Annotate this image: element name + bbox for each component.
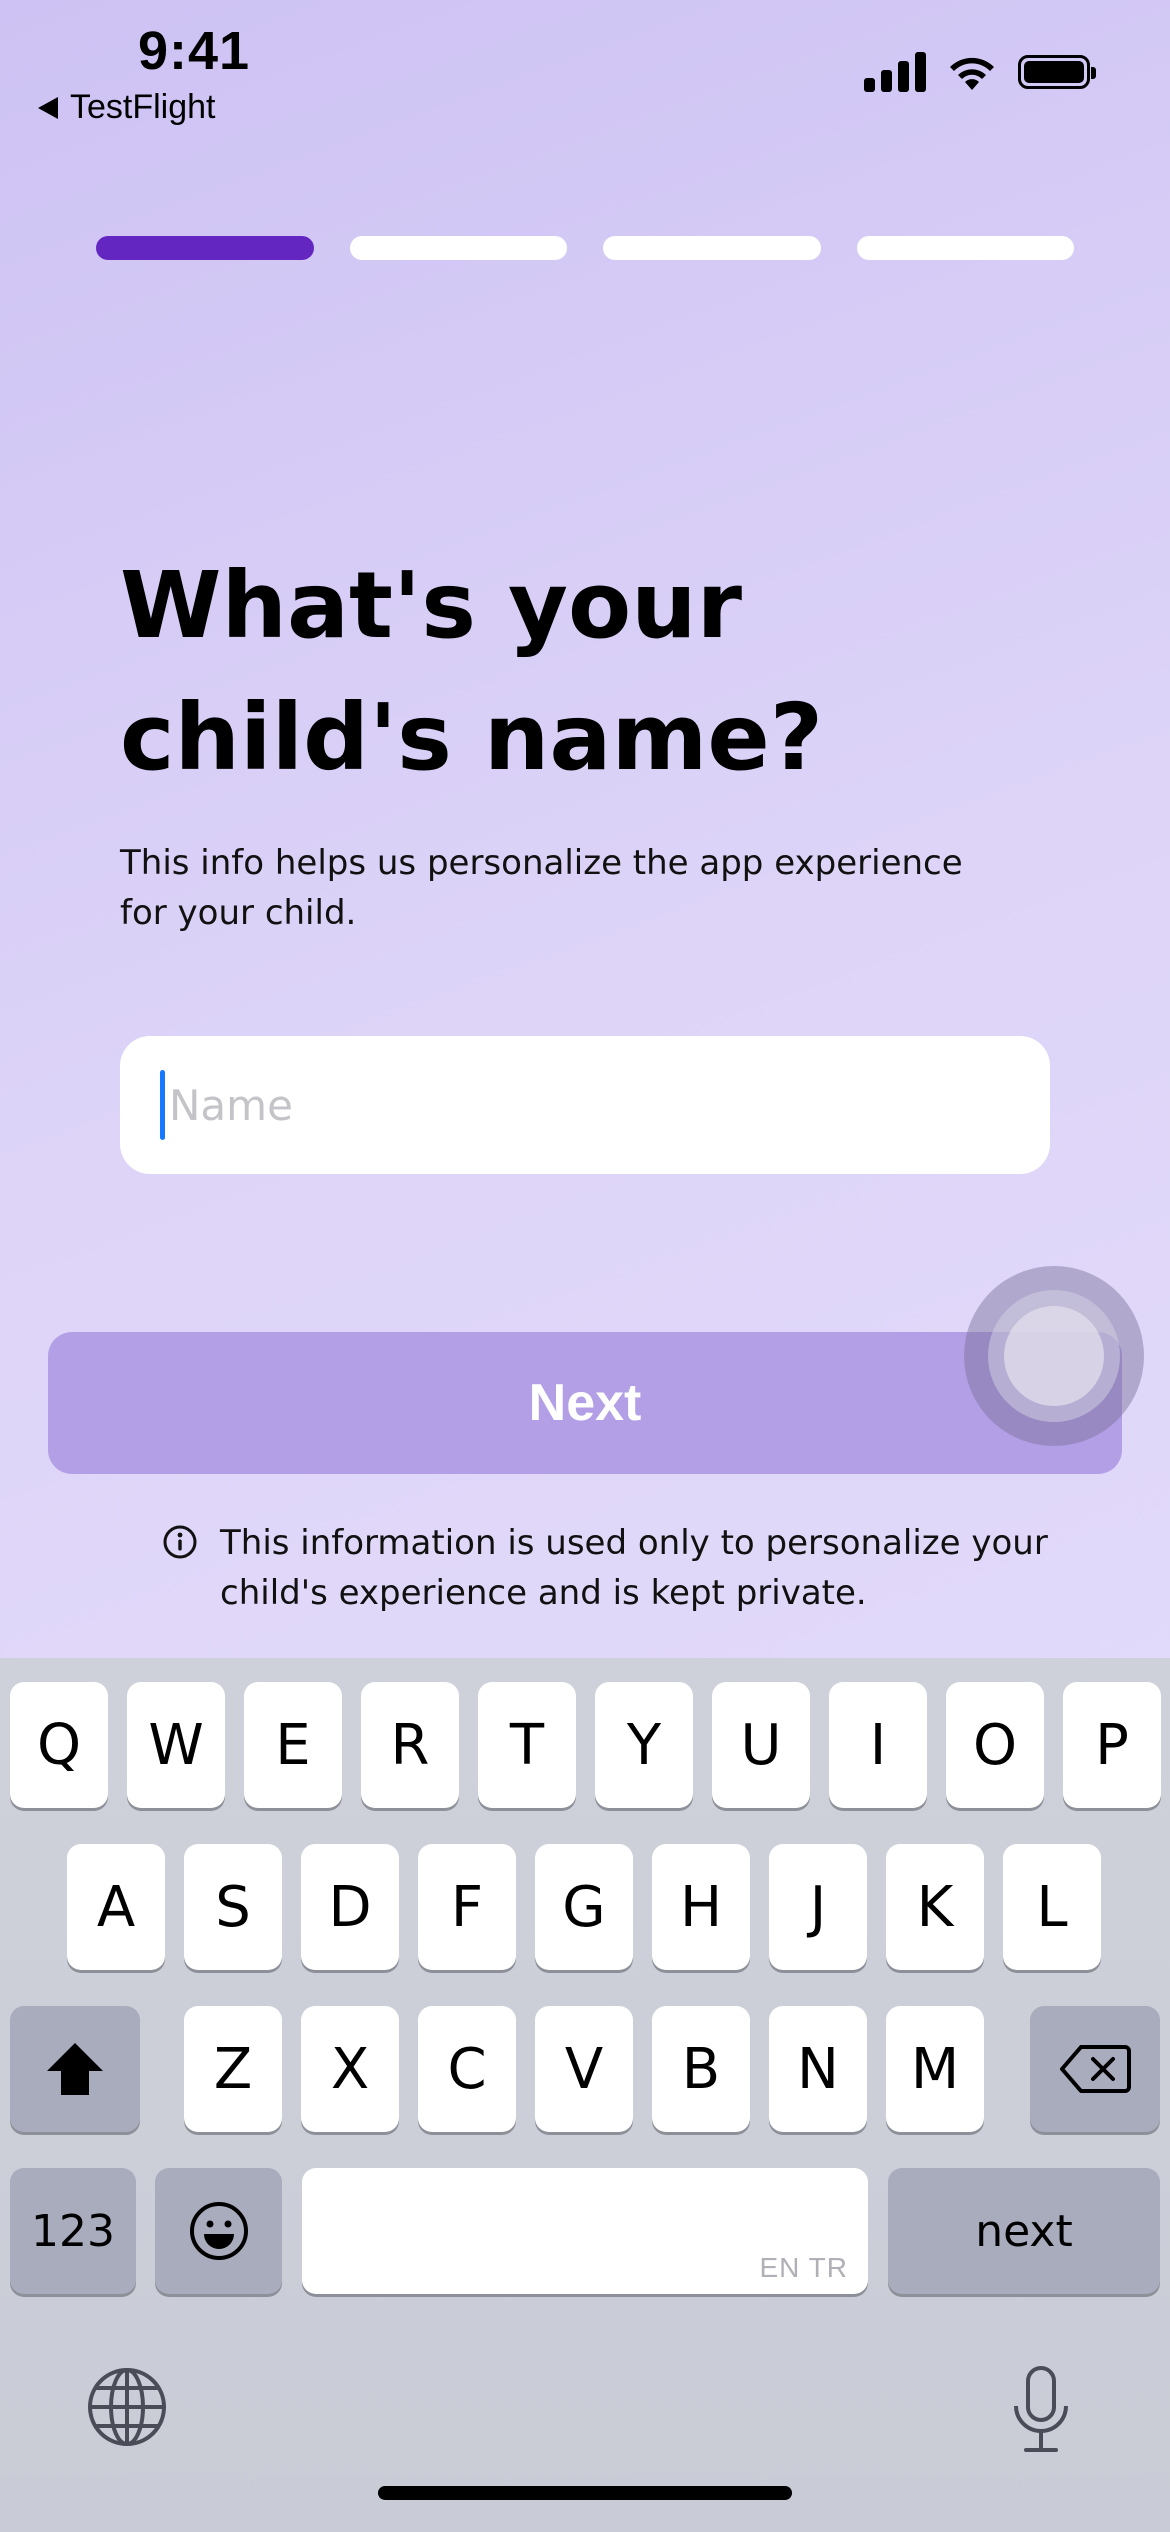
onboarding-progress xyxy=(96,236,1074,260)
delete-key[interactable] xyxy=(1030,2006,1160,2132)
key-u[interactable]: U xyxy=(712,1682,810,1808)
privacy-note: This information is used only to persona… xyxy=(162,1518,1062,1618)
key-a[interactable]: A xyxy=(67,1844,165,1970)
key-l[interactable]: L xyxy=(1003,1844,1101,1970)
key-x[interactable]: X xyxy=(301,2006,399,2132)
emoji-key[interactable] xyxy=(155,2168,282,2294)
key-w[interactable]: W xyxy=(127,1682,225,1808)
next-button[interactable]: Next xyxy=(48,1332,1122,1474)
shift-icon xyxy=(47,2043,103,2095)
key-c[interactable]: C xyxy=(418,2006,516,2132)
progress-step-3 xyxy=(603,236,821,260)
keyboard: QWERTYUIOP ASDFGHJKL ZXCVBNM 123 EN TR n… xyxy=(0,1658,1170,2532)
progress-step-2 xyxy=(349,236,567,260)
numbers-key[interactable]: 123 xyxy=(10,2168,136,2294)
status-icons xyxy=(864,52,1096,92)
back-to-app-link[interactable]: TestFlight xyxy=(38,88,216,127)
assistive-touch-button[interactable] xyxy=(964,1266,1144,1446)
key-q[interactable]: Q xyxy=(10,1682,108,1808)
battery-icon xyxy=(1018,55,1096,89)
key-b[interactable]: B xyxy=(652,2006,750,2132)
key-h[interactable]: H xyxy=(652,1844,750,1970)
key-t[interactable]: T xyxy=(478,1682,576,1808)
key-f[interactable]: F xyxy=(418,1844,516,1970)
child-name-field[interactable] xyxy=(120,1036,1050,1174)
title-line-1: What's your xyxy=(120,552,743,659)
page-subtitle: This info helps us personalize the app e… xyxy=(120,843,963,933)
key-j[interactable]: J xyxy=(769,1844,867,1970)
space-key[interactable]: EN TR xyxy=(302,2168,868,2294)
home-indicator xyxy=(378,2486,792,2500)
key-o[interactable]: O xyxy=(946,1682,1044,1808)
microphone-icon[interactable] xyxy=(1010,2364,1072,2456)
return-next-key[interactable]: next xyxy=(888,2168,1160,2294)
key-m[interactable]: M xyxy=(886,2006,984,2132)
key-g[interactable]: G xyxy=(535,1844,633,1970)
key-k[interactable]: K xyxy=(886,1844,984,1970)
key-v[interactable]: V xyxy=(535,2006,633,2132)
key-p[interactable]: P xyxy=(1063,1682,1161,1808)
back-triangle-icon xyxy=(38,96,58,119)
keyboard-languages: EN TR xyxy=(759,2252,848,2283)
key-r[interactable]: R xyxy=(361,1682,459,1808)
child-name-input[interactable] xyxy=(167,1079,971,1131)
delete-icon xyxy=(1060,2045,1131,2093)
status-time: 9:41 xyxy=(138,21,251,81)
wifi-icon xyxy=(950,57,994,90)
progress-step-1 xyxy=(96,236,314,260)
key-d[interactable]: D xyxy=(301,1844,399,1970)
emoji-icon xyxy=(189,2202,248,2260)
key-n[interactable]: N xyxy=(769,2006,867,2132)
key-e[interactable]: E xyxy=(244,1682,342,1808)
key-y[interactable]: Y xyxy=(595,1682,693,1808)
shift-key[interactable] xyxy=(10,2006,140,2132)
privacy-note-text: This information is used only to persona… xyxy=(220,1523,1048,1613)
page-title: What's your child's name? xyxy=(120,540,1020,804)
title-line-2: child's name? xyxy=(120,684,824,791)
progress-step-4 xyxy=(856,236,1074,260)
info-icon xyxy=(163,1525,197,1559)
key-z[interactable]: Z xyxy=(184,2006,282,2132)
text-cursor xyxy=(160,1070,165,1140)
key-i[interactable]: I xyxy=(829,1682,927,1808)
globe-icon[interactable] xyxy=(86,2366,168,2448)
signal-icon xyxy=(864,52,926,92)
back-app-label: TestFlight xyxy=(70,88,216,126)
key-s[interactable]: S xyxy=(184,1844,282,1970)
